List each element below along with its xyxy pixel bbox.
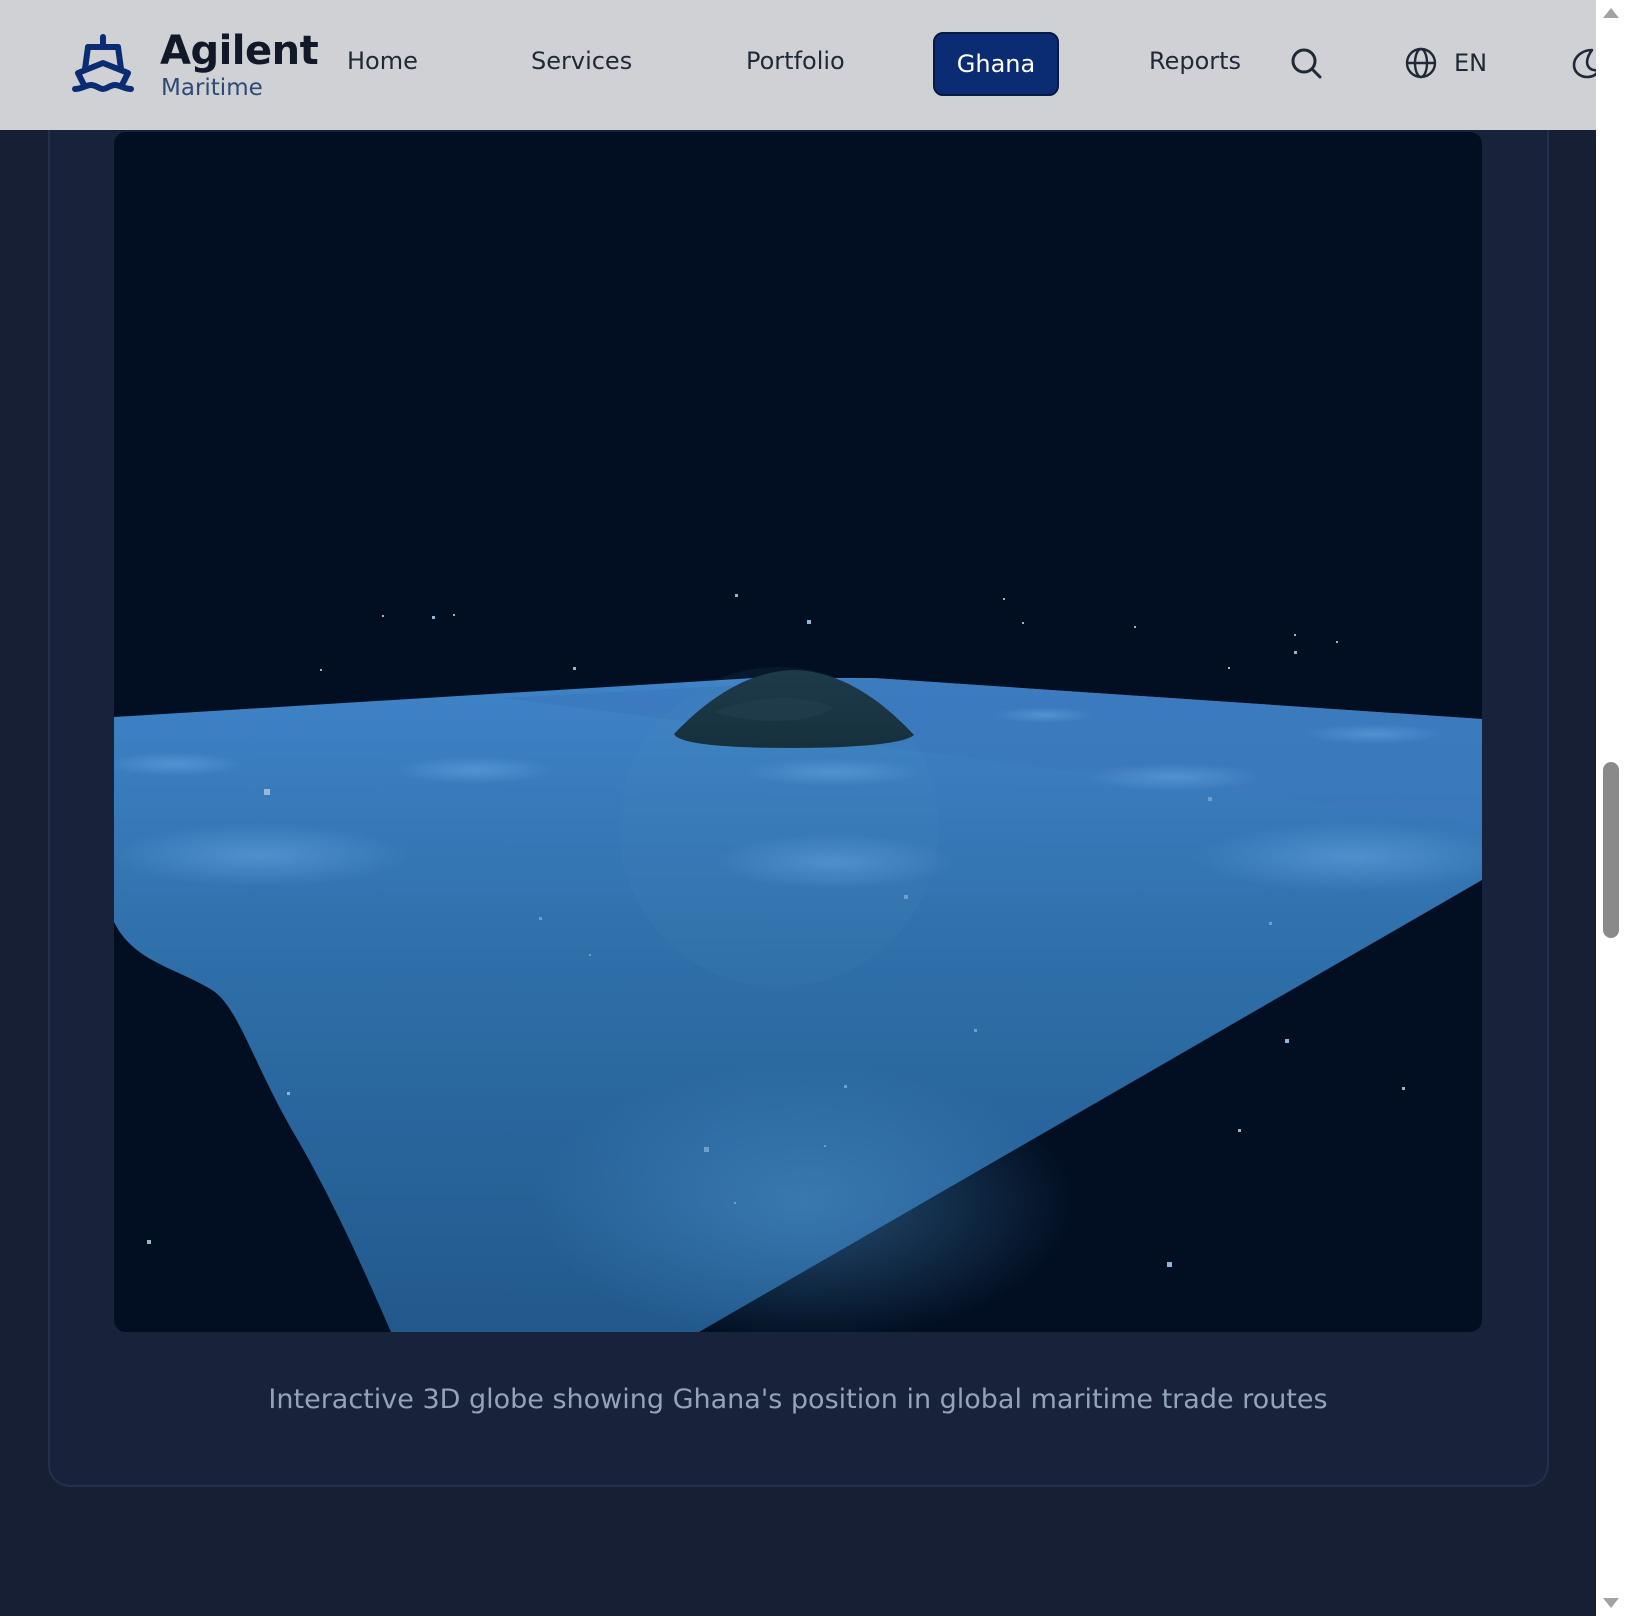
nav-reports[interactable]: Reports: [1149, 46, 1241, 76]
scroll-thumb[interactable]: [1603, 762, 1619, 938]
top-navigation-bar: Agilent Maritime Home Services Portfolio…: [0, 0, 1601, 130]
ship-logo-icon[interactable]: [72, 33, 134, 95]
brand-name[interactable]: Agilent: [160, 26, 319, 76]
globe-scene: [114, 594, 1482, 1332]
language-selector[interactable]: EN: [1454, 48, 1487, 78]
brand-subtitle: Maritime: [161, 75, 263, 101]
nav-ghana-active[interactable]: Ghana: [933, 32, 1059, 96]
nav-home[interactable]: Home: [347, 46, 418, 76]
globe-caption: Interactive 3D globe showing Ghana's pos…: [268, 1384, 1328, 1415]
search-icon[interactable]: [1290, 47, 1322, 79]
globe-3d-canvas[interactable]: [114, 132, 1482, 1332]
vertical-scrollbar[interactable]: [1596, 0, 1626, 1616]
globe-icon[interactable]: [1405, 47, 1437, 79]
nav-services[interactable]: Services: [531, 46, 632, 76]
scroll-down-arrow-icon[interactable]: [1603, 1598, 1619, 1608]
scroll-up-arrow-icon[interactable]: [1603, 8, 1619, 18]
nav-portfolio[interactable]: Portfolio: [746, 46, 845, 76]
